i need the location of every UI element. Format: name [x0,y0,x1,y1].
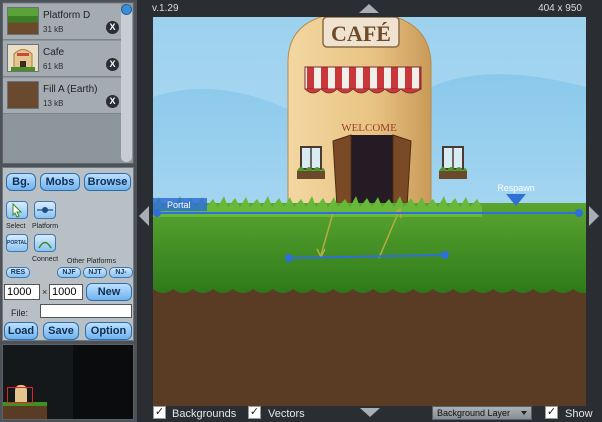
connect-tool-icon[interactable] [34,234,56,252]
file-input[interactable] [40,304,132,318]
load-button[interactable]: Load [4,322,38,340]
list-item[interactable]: Platform D 31 kB X [3,4,121,40]
scene-svg: CAFÉ WELCOME Portal Respawn [153,17,586,406]
option-button[interactable]: Option [85,322,132,340]
file-label: File: [11,308,29,318]
version-label: v.1.29 [152,3,179,14]
respawn-tag: Respawn [497,183,535,193]
stage-bottombar: ✓ Backgrounds ✓ Vectors Background Layer… [137,404,602,422]
list-item[interactable]: Fill A (Earth) 13 kB X [3,78,121,114]
other-platforms-label: Other Platforms [67,258,117,265]
show-checkbox[interactable]: ✓ [545,406,558,419]
platform-thumb [7,7,39,35]
layer-select-value: Background Layer [437,408,511,418]
minimap[interactable] [2,344,134,420]
show-label: Show [565,408,593,420]
select-tool-icon[interactable] [6,201,28,219]
height-input[interactable]: 1000 [49,284,83,300]
delete-icon[interactable]: X [106,95,119,108]
cafe-sign: CAFÉ [331,21,391,46]
portal-tag: Portal [167,200,191,210]
left-panel: Platform D 31 kB X Cafe 61 kB X Fill A (… [0,0,137,422]
res-button[interactable]: RES [6,267,30,278]
backgrounds-checkbox[interactable]: ✓ [153,406,166,419]
nj-button[interactable]: NJ- [109,267,133,278]
new-button[interactable]: New [86,283,132,301]
times-label: × [42,287,48,297]
vectors-checkbox[interactable]: ✓ [248,406,261,419]
portal-tool-icon[interactable]: PORTAL [6,234,28,252]
tool-panel: Bg. Mobs Browse Select Platform PORTAL C… [2,167,134,341]
platform-node[interactable] [285,254,293,262]
editor-stage: v.1.29 404 x 950 CAFÉ WELCOME Portal Res… [137,0,602,422]
earth-layer [153,289,586,406]
cafe-thumb [7,44,39,72]
asset-name: Platform D [43,10,91,21]
backgrounds-label: Backgrounds [172,408,237,420]
chevron-down-icon [521,411,527,415]
platform-label: Platform [32,223,59,230]
scroll-down-arrow-icon[interactable] [360,408,380,417]
select-label: Select [6,223,26,230]
delete-icon[interactable]: X [106,58,119,71]
scroll-right-arrow-icon[interactable] [589,206,599,226]
width-input[interactable]: 1000 [4,284,40,300]
platform-tool-icon[interactable] [34,201,56,219]
asset-list[interactable]: Platform D 31 kB X Cafe 61 kB X Fill A (… [2,2,134,164]
layer-select[interactable]: Background Layer [432,406,532,420]
level-canvas[interactable]: CAFÉ WELCOME Portal Respawn [153,17,586,406]
njf-button[interactable]: NJF [57,267,81,278]
scroll-left-arrow-icon[interactable] [139,206,149,226]
connect-label: Connect [32,256,59,263]
platform-node[interactable] [575,209,583,217]
asset-list-scrollbar[interactable] [121,4,132,162]
asset-name: Cafe [43,47,65,58]
map-dimensions: 404 x 950 [538,3,582,14]
save-button[interactable]: Save [43,322,79,340]
delete-icon[interactable]: X [106,21,119,34]
list-item[interactable]: Cafe 61 kB X [3,41,121,77]
asset-size: 13 kB [43,99,64,108]
bg-button[interactable]: Bg. [6,173,36,191]
earth-thumb [7,81,39,109]
scroll-knob[interactable] [121,4,132,15]
browse-button[interactable]: Browse [84,173,131,191]
mobs-button[interactable]: Mobs [40,173,80,191]
minimap-viewport[interactable] [7,387,33,403]
platform-node[interactable] [441,251,449,259]
welcome-sign: WELCOME [341,122,397,134]
minimap-dark-region [73,345,133,419]
njt-button[interactable]: NJT [83,267,107,278]
scroll-up-arrow-icon[interactable] [359,4,379,13]
asset-size: 31 kB [43,25,64,34]
asset-name: Fill A (Earth) [43,84,98,95]
stage-topbar: v.1.29 404 x 950 [137,0,602,17]
vectors-label: Vectors [268,408,305,420]
asset-size: 61 kB [43,62,64,71]
